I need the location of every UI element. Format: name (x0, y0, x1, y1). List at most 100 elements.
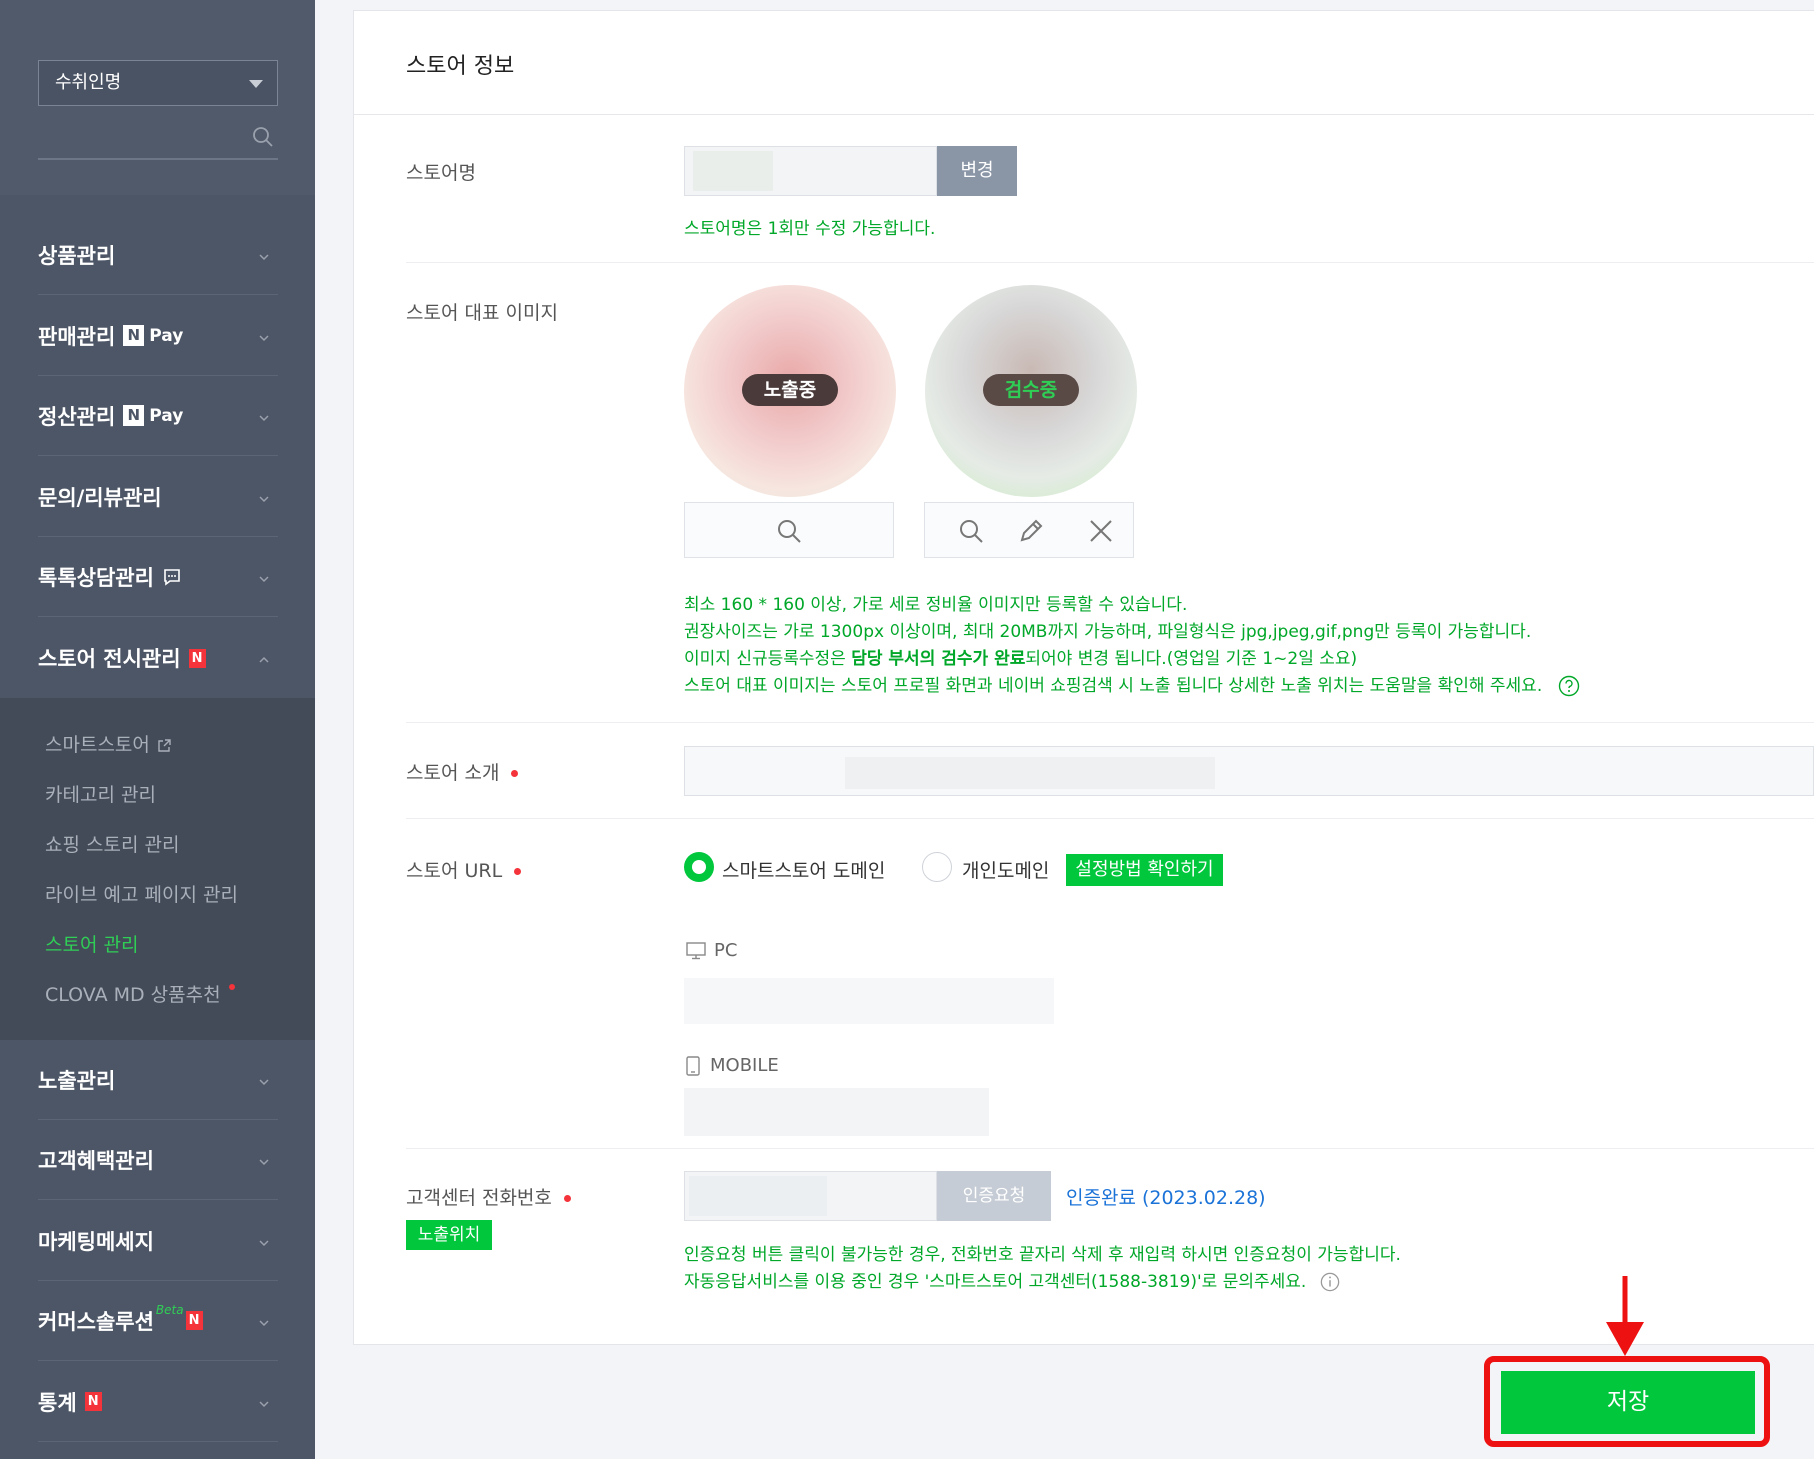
radio-smartstore-domain[interactable] (684, 852, 714, 882)
sidebar-item-customer-benefit[interactable]: 고객혜택관리 (38, 1120, 278, 1200)
chevron-down-icon (259, 1401, 269, 1408)
monitor-icon (686, 941, 706, 959)
sidebar-item-statistics[interactable]: 통계 N (38, 1362, 278, 1442)
account-select-value: 수취인명 (55, 72, 122, 93)
store-name-input[interactable] (684, 146, 937, 196)
submenu-item-label: CLOVA MD 상품추천 (45, 984, 221, 1006)
new-dot (228, 984, 235, 990)
radio-personal-domain[interactable] (922, 852, 952, 882)
submenu-item-live-preview[interactable]: 라이브 예고 페이지 관리 (45, 880, 238, 907)
store-url-label-text: 스토어 URL (406, 860, 503, 882)
required-dot (514, 868, 522, 875)
submenu-item-category[interactable]: 카테고리 관리 (45, 780, 156, 807)
radio-smartstore-domain-label[interactable]: 스마트스토어 도메인 (722, 856, 885, 883)
phone-note-1: 인증요청 버튼 클릭이 불가능한 경우, 전화번호 끝자리 삭제 후 재입력 하… (684, 1245, 1401, 1265)
beta-tag: Beta (155, 1303, 184, 1317)
caret-down-icon (249, 80, 263, 88)
phone-label-text: 고객센터 전화번호 (406, 1187, 552, 1209)
sidebar-item-label: 판매관리 (38, 324, 116, 349)
sidebar-item-label: 마케팅메세지 (38, 1229, 154, 1254)
save-button[interactable]: 저장 (1501, 1371, 1755, 1434)
exposure-position-button[interactable]: 노출위치 (406, 1220, 492, 1250)
submenu-item-clova-md[interactable]: CLOVA MD 상품추천 (45, 980, 235, 1007)
mobile-label-text: MOBILE (710, 1055, 779, 1076)
store-image-label: 스토어 대표 이미지 (406, 302, 558, 324)
search-icon (253, 127, 273, 147)
store-name-change-button[interactable]: 변경 (937, 146, 1017, 196)
phone-label: 고객센터 전화번호 (406, 1183, 571, 1210)
divider (353, 114, 1814, 115)
sidebar-item-exposure[interactable]: 노출관리 (38, 1040, 278, 1120)
divider (406, 722, 1814, 723)
chevron-down-icon (259, 576, 269, 583)
sidebar-item-label: 톡톡상담관리 (38, 565, 154, 590)
info-circle-icon[interactable] (1320, 1272, 1340, 1292)
sidebar-item-label: 고객혜택관리 (38, 1148, 154, 1173)
image-note-3-b: 되어야 변경 됩니다.(영업일 기준 1~2일 소요) (1025, 649, 1358, 669)
sidebar-item-store-display[interactable]: 스토어 전시관리 N (38, 618, 278, 698)
submenu-item-label: 스토어 관리 (45, 934, 139, 956)
mobile-url-value (684, 1088, 989, 1136)
chat-bubble-icon (164, 568, 180, 586)
new-badge: N (185, 1311, 203, 1330)
npay-logo: N Pay (123, 405, 183, 426)
zoom-icon[interactable] (775, 517, 803, 545)
divider (406, 1148, 1814, 1149)
sidebar-item-marketing-message[interactable]: 마케팅메세지 (38, 1201, 278, 1281)
chevron-down-icon (259, 335, 269, 342)
pc-url-label: PC (686, 940, 737, 961)
verified-status: 인증완료 (2023.02.28) (1066, 1187, 1266, 1209)
sidebar-item-label: 문의/리뷰관리 (38, 485, 162, 510)
submenu-item-store-manage[interactable]: 스토어 관리 (45, 930, 138, 957)
delete-x-icon[interactable] (1087, 517, 1115, 545)
help-circle-icon[interactable] (1558, 675, 1580, 697)
sidebar-item-label: 스토어 전시관리 (38, 647, 181, 671)
image-note-3-a: 이미지 신규등록수정은 (684, 649, 852, 669)
store-url-label: 스토어 URL (406, 856, 522, 883)
submenu-item-label: 쇼핑 스토리 관리 (45, 834, 180, 856)
verify-request-button[interactable]: 인증요청 (937, 1171, 1051, 1221)
chevron-down-icon (259, 1159, 269, 1166)
divider (406, 262, 1814, 263)
domain-guide-button[interactable]: 설정방법 확인하기 (1066, 854, 1223, 886)
sidebar-item-product[interactable]: 상품관리 (38, 215, 278, 295)
sidebar-item-settlement[interactable]: 정산관리 N Pay (38, 376, 278, 456)
account-select[interactable]: 수취인명 (38, 60, 278, 106)
npay-n-mark: N (123, 405, 145, 426)
required-dot (511, 770, 519, 777)
sidebar-item-label: 상품관리 (38, 243, 116, 268)
page-title: 스토어 정보 (406, 54, 515, 79)
chevron-down-icon (259, 1240, 269, 1247)
sidebar-item-talktalk[interactable]: 톡톡상담관리 (38, 537, 278, 617)
sidebar-header: 수취인명 (0, 0, 315, 195)
new-badge: N (84, 1392, 102, 1411)
new-badge: N (188, 648, 206, 668)
image-note-2: 권장사이즈는 가로 1300px 이상이며, 최대 20MB까지 가능하며, 파… (684, 622, 1532, 642)
submenu-item-label: 라이브 예고 페이지 관리 (45, 884, 238, 906)
store-intro-input[interactable] (684, 746, 1814, 796)
sidebar-item-label: 정산관리 (38, 404, 116, 429)
phone-input[interactable] (684, 1171, 937, 1221)
image-note-1: 최소 160 * 160 이상, 가로 세로 정비율 이미지만 등록할 수 있습… (684, 595, 1188, 615)
divider (406, 818, 1814, 819)
image-tools-pending (924, 502, 1134, 558)
mobile-phone-icon (686, 1055, 700, 1076)
sidebar-item-label: 커머스솔루션 (38, 1309, 154, 1334)
arrow-down-icon (1606, 1276, 1644, 1356)
redacted-value (845, 757, 1215, 789)
sidebar-item-inquiry-review[interactable]: 문의/리뷰관리 (38, 457, 278, 537)
npay-text: Pay (149, 325, 184, 346)
zoom-icon[interactable] (957, 517, 985, 545)
sidebar-item-sales[interactable]: 판매관리 N Pay (38, 296, 278, 376)
submenu-item-shopping-story[interactable]: 쇼핑 스토리 관리 (45, 830, 179, 857)
radio-personal-domain-label[interactable]: 개인도메인 (962, 856, 1049, 883)
submenu-item-label: 카테고리 관리 (45, 784, 156, 806)
image-note-3-bold: 담당 부서의 검수가 완료 (851, 649, 1026, 669)
npay-logo: N Pay (123, 325, 183, 346)
sidebar: 수취인명 상품관리 판매관리 N Pay 정산관리 N Pay 문의/리뷰관리 톡톡… (0, 0, 315, 1459)
status-badge-review: 검수중 (983, 374, 1079, 406)
menu-search-input[interactable] (38, 120, 278, 160)
edit-pencil-icon[interactable] (1017, 517, 1045, 545)
sidebar-item-commerce-solution[interactable]: 커머스솔루션 Beta N (38, 1281, 278, 1361)
submenu-item-smartstore[interactable]: 스마트스토어 (45, 730, 172, 757)
